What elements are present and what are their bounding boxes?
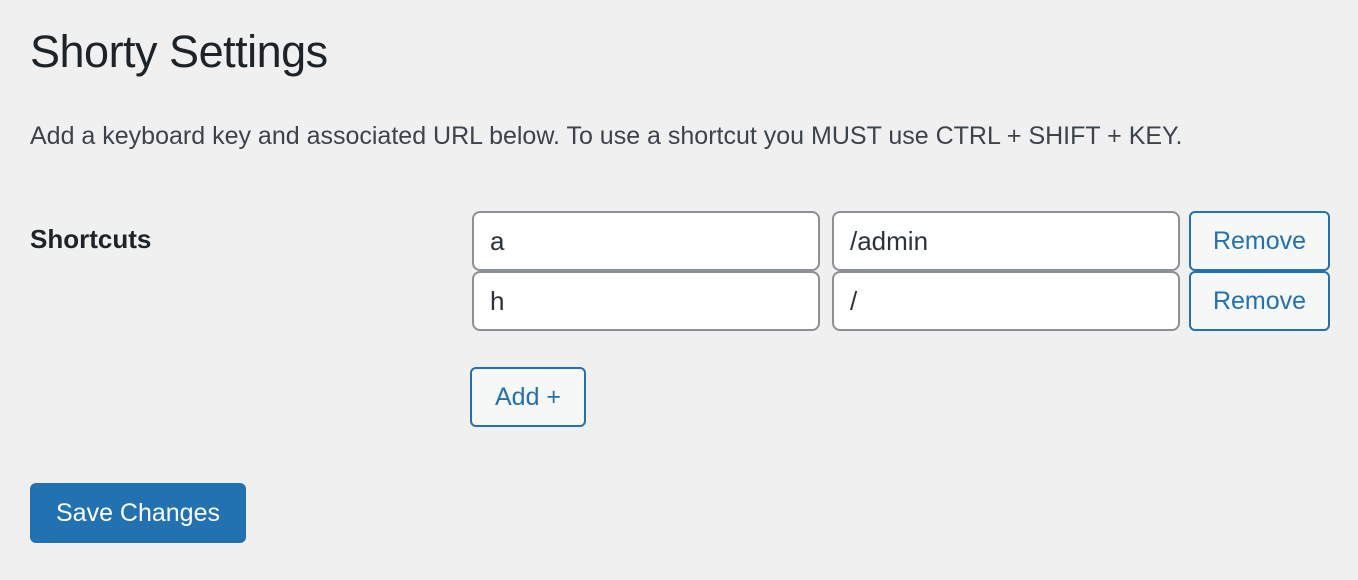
remove-shortcut-button[interactable]: Remove — [1189, 211, 1330, 271]
shortcut-url-input[interactable] — [832, 271, 1180, 331]
page-description: Add a keyboard key and associated URL be… — [30, 122, 1183, 150]
add-shortcut-button[interactable]: Add + — [470, 367, 586, 427]
shortcuts-label: Shortcuts — [30, 224, 152, 254]
page-title: Shorty Settings — [30, 26, 328, 77]
save-changes-button[interactable]: Save Changes — [30, 483, 246, 543]
shortcut-row: Remove — [472, 211, 1332, 271]
shortcut-key-input[interactable] — [472, 211, 820, 271]
shortcut-row: Remove — [472, 271, 1332, 331]
shortcut-key-input[interactable] — [472, 271, 820, 331]
shortcut-url-input[interactable] — [832, 211, 1180, 271]
remove-shortcut-button[interactable]: Remove — [1189, 271, 1330, 331]
